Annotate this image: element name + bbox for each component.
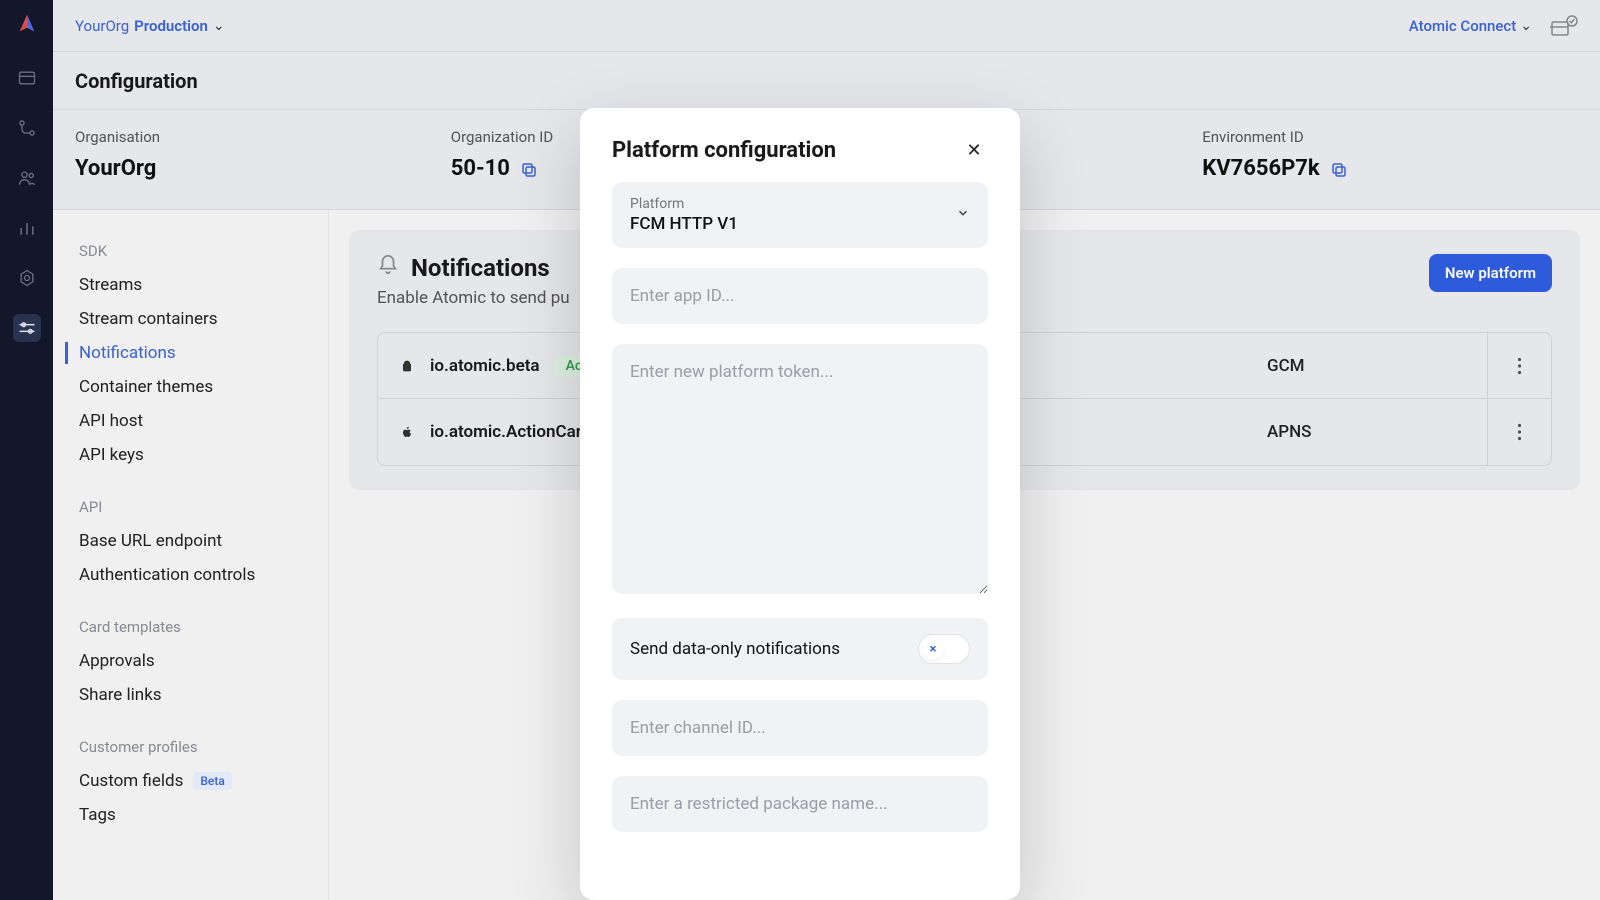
rail-users-icon[interactable] bbox=[13, 164, 41, 192]
connect-switcher[interactable]: Atomic Connect ⌄ bbox=[1409, 17, 1532, 35]
org-value: YourOrg bbox=[75, 156, 156, 181]
breadcrumb-env: Production bbox=[134, 17, 208, 35]
nav-streams[interactable]: Streams bbox=[53, 268, 328, 302]
page-title-bar: Configuration bbox=[53, 52, 1600, 110]
nav-group-label: Card templates bbox=[53, 610, 328, 644]
close-icon[interactable]: ✕ bbox=[960, 136, 988, 164]
data-only-toggle[interactable]: × bbox=[918, 634, 970, 664]
platform-id: io.atomic.beta bbox=[430, 356, 540, 376]
rail-flows-icon[interactable] bbox=[13, 114, 41, 142]
platform-select-label: Platform bbox=[630, 196, 738, 212]
channel-id-input[interactable] bbox=[612, 700, 988, 756]
app-logo bbox=[15, 12, 39, 36]
nav-base-url[interactable]: Base URL endpoint bbox=[53, 524, 328, 558]
platform-type: GCM bbox=[1267, 356, 1487, 376]
topbar: YourOrg Production ⌄ Atomic Connect ⌄ bbox=[53, 0, 1600, 52]
nav-auth-controls[interactable]: Authentication controls bbox=[53, 558, 328, 592]
nav-group-label: API bbox=[53, 490, 328, 524]
nav-approvals[interactable]: Approvals bbox=[53, 644, 328, 678]
panel-subtitle: Enable Atomic to send pu bbox=[377, 288, 570, 308]
data-only-label: Send data-only notifications bbox=[630, 639, 840, 659]
app-id-input[interactable] bbox=[612, 268, 988, 324]
env-switcher[interactable]: YourOrg Production ⌄ bbox=[75, 17, 225, 35]
platform-token-textarea[interactable] bbox=[612, 344, 988, 594]
rail-analytics-icon[interactable] bbox=[13, 214, 41, 242]
platform-type: APNS bbox=[1267, 422, 1487, 442]
envid-value: KV7656P7k bbox=[1202, 156, 1319, 181]
copy-icon[interactable] bbox=[520, 160, 538, 178]
org-label: Organisation bbox=[75, 128, 451, 146]
panel-title-text: Notifications bbox=[411, 254, 550, 282]
platform-select[interactable]: Platform FCM HTTP V1 bbox=[612, 182, 988, 248]
android-icon bbox=[398, 357, 416, 375]
chevron-down-icon: ⌄ bbox=[213, 18, 225, 34]
platform-config-modal: Platform configuration ✕ Platform FCM HT… bbox=[580, 108, 1020, 900]
data-only-toggle-row: Send data-only notifications × bbox=[612, 618, 988, 680]
side-nav: SDK Streams Stream containers Notificati… bbox=[53, 210, 329, 900]
nav-container-themes[interactable]: Container themes bbox=[53, 370, 328, 404]
new-platform-button[interactable]: New platform bbox=[1429, 254, 1552, 292]
nav-stream-containers[interactable]: Stream containers bbox=[53, 302, 328, 336]
envid-label: Environment ID bbox=[1202, 128, 1578, 146]
nav-group-label: SDK bbox=[53, 234, 328, 268]
nav-share-links[interactable]: Share links bbox=[53, 678, 328, 712]
bell-icon bbox=[377, 254, 399, 282]
row-menu-button[interactable] bbox=[1487, 333, 1551, 398]
breadcrumb-org: YourOrg bbox=[75, 17, 129, 35]
platform-select-value: FCM HTTP V1 bbox=[630, 214, 738, 234]
left-rail bbox=[0, 0, 53, 900]
apple-icon bbox=[398, 423, 416, 441]
platform-id: io.atomic.ActionCard bbox=[430, 422, 591, 442]
chevron-down-icon: ⌄ bbox=[1520, 18, 1532, 34]
nav-api-host[interactable]: API host bbox=[53, 404, 328, 438]
beta-badge: Beta bbox=[193, 772, 231, 790]
nav-tags[interactable]: Tags bbox=[53, 798, 328, 832]
orgid-value: 50-10 bbox=[451, 156, 510, 181]
modal-title: Platform configuration bbox=[612, 138, 836, 163]
rail-cards-icon[interactable] bbox=[13, 64, 41, 92]
toggle-knob-icon: × bbox=[922, 638, 944, 660]
nav-group-label: Customer profiles bbox=[53, 730, 328, 764]
nav-custom-fields[interactable]: Custom fieldsBeta bbox=[53, 764, 328, 798]
row-menu-button[interactable] bbox=[1487, 399, 1551, 465]
chevron-down-icon bbox=[956, 206, 970, 224]
page-title: Configuration bbox=[75, 69, 198, 93]
package-name-input[interactable] bbox=[612, 776, 988, 832]
status-icon[interactable] bbox=[1550, 14, 1578, 38]
nav-notifications[interactable]: Notifications bbox=[53, 336, 328, 370]
rail-config-icon[interactable] bbox=[13, 314, 41, 342]
copy-icon[interactable] bbox=[1330, 160, 1348, 178]
nav-api-keys[interactable]: API keys bbox=[53, 438, 328, 472]
rail-settings-icon[interactable] bbox=[13, 264, 41, 292]
